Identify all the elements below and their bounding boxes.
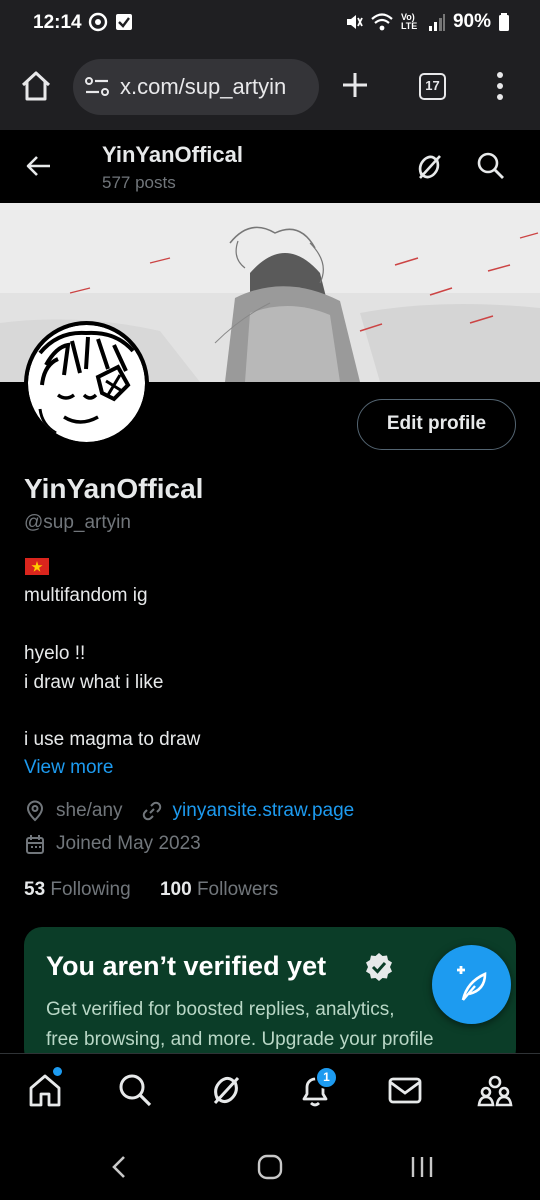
bio-line: i draw what i like: [24, 672, 164, 693]
signal-icon: [428, 14, 445, 31]
following-stat[interactable]: 53 Following: [24, 879, 131, 900]
verified-badge-icon: [366, 953, 392, 981]
joined-date: Joined May 2023: [56, 833, 201, 854]
grok-nav-icon[interactable]: [208, 1072, 244, 1108]
url-text[interactable]: x.com/sup_artyin: [120, 74, 286, 100]
search-icon[interactable]: [476, 151, 506, 181]
verify-description-line: Get verified for boosted replies, analyt…: [46, 999, 395, 1020]
wifi-icon: [371, 13, 393, 31]
more-menu-icon[interactable]: [495, 70, 505, 102]
header-title: YinYanOffical: [102, 142, 244, 167]
tab-switcher-button[interactable]: 17: [419, 73, 446, 100]
site-settings-icon[interactable]: [84, 75, 110, 99]
bio-line: multifandom ig: [24, 585, 148, 606]
back-arrow-icon[interactable]: [24, 152, 52, 180]
messages-envelope-icon[interactable]: [387, 1072, 423, 1108]
profile-header: YinYanOffical 577 posts: [0, 130, 540, 203]
network-label: Vo) LTE: [400, 12, 418, 31]
joined-row: Joined May 2023: [24, 833, 201, 855]
location-pin-icon: [26, 800, 44, 822]
status-time: 12:14: [33, 12, 82, 33]
battery-percent: 90%: [452, 11, 491, 32]
follow-stats: 53 Following 100 Followers: [24, 879, 278, 901]
notification-count-badge: 1: [315, 1066, 338, 1089]
followers-label: Followers: [196, 879, 279, 900]
system-home-icon[interactable]: [256, 1153, 284, 1181]
link-icon: [142, 801, 161, 821]
bio-line: hyelo !!: [24, 643, 86, 664]
compose-feather-icon: [457, 966, 487, 1001]
header-post-count: 577 posts: [102, 173, 176, 192]
profile-handle: @sup_artyin: [24, 512, 131, 533]
new-tab-icon[interactable]: [340, 70, 370, 100]
view-more-link[interactable]: View more: [24, 757, 113, 779]
profile-avatar[interactable]: [24, 321, 149, 446]
compose-post-button[interactable]: [432, 945, 511, 1024]
grok-icon[interactable]: [413, 151, 445, 183]
browser-toolbar: x.com/sup_artyin 17: [0, 46, 540, 130]
edit-profile-button[interactable]: Edit profile: [357, 399, 516, 450]
pronouns-text: she/any: [56, 800, 123, 821]
calendar-icon: [26, 835, 44, 854]
system-back-icon[interactable]: [106, 1153, 134, 1181]
vietnam-flag-icon: [25, 558, 49, 575]
bio-line: i use magma to draw: [24, 729, 201, 750]
communities-icon[interactable]: [477, 1072, 513, 1108]
home-icon[interactable]: [18, 68, 54, 104]
profile-meta-row: she/any yinyansite.straw.page: [24, 800, 354, 822]
url-bar[interactable]: x.com/sup_artyin: [73, 59, 319, 115]
system-recents-icon[interactable]: [408, 1153, 436, 1181]
status-right: Vo) LTE 90%: [345, 11, 510, 33]
profile-display-name: YinYanOffical: [24, 473, 204, 504]
following-label: Following: [50, 879, 131, 900]
following-count: 53: [24, 879, 46, 900]
explore-search-icon[interactable]: [117, 1072, 153, 1108]
home-nav-icon[interactable]: [27, 1072, 63, 1108]
bottom-navigation: 1: [0, 1053, 540, 1131]
website-link[interactable]: yinyansite.straw.page: [173, 800, 355, 822]
home-unread-dot: [53, 1067, 62, 1076]
battery-icon: [499, 13, 509, 31]
verify-description-line: free browsing, and more. Upgrade your pr…: [46, 1029, 434, 1050]
followers-count: 100: [159, 879, 192, 900]
mute-icon: [346, 15, 363, 29]
status-notification-icons: [88, 12, 134, 32]
sync-icon: [88, 12, 108, 32]
followers-stat[interactable]: 100 Followers: [160, 879, 278, 900]
checkbox-icon: [116, 14, 132, 30]
system-navigation-bar: [0, 1131, 540, 1200]
status-bar: 12:14 Vo) LTE 90%: [0, 0, 540, 46]
verify-title: You aren’t verified yet: [46, 951, 327, 981]
